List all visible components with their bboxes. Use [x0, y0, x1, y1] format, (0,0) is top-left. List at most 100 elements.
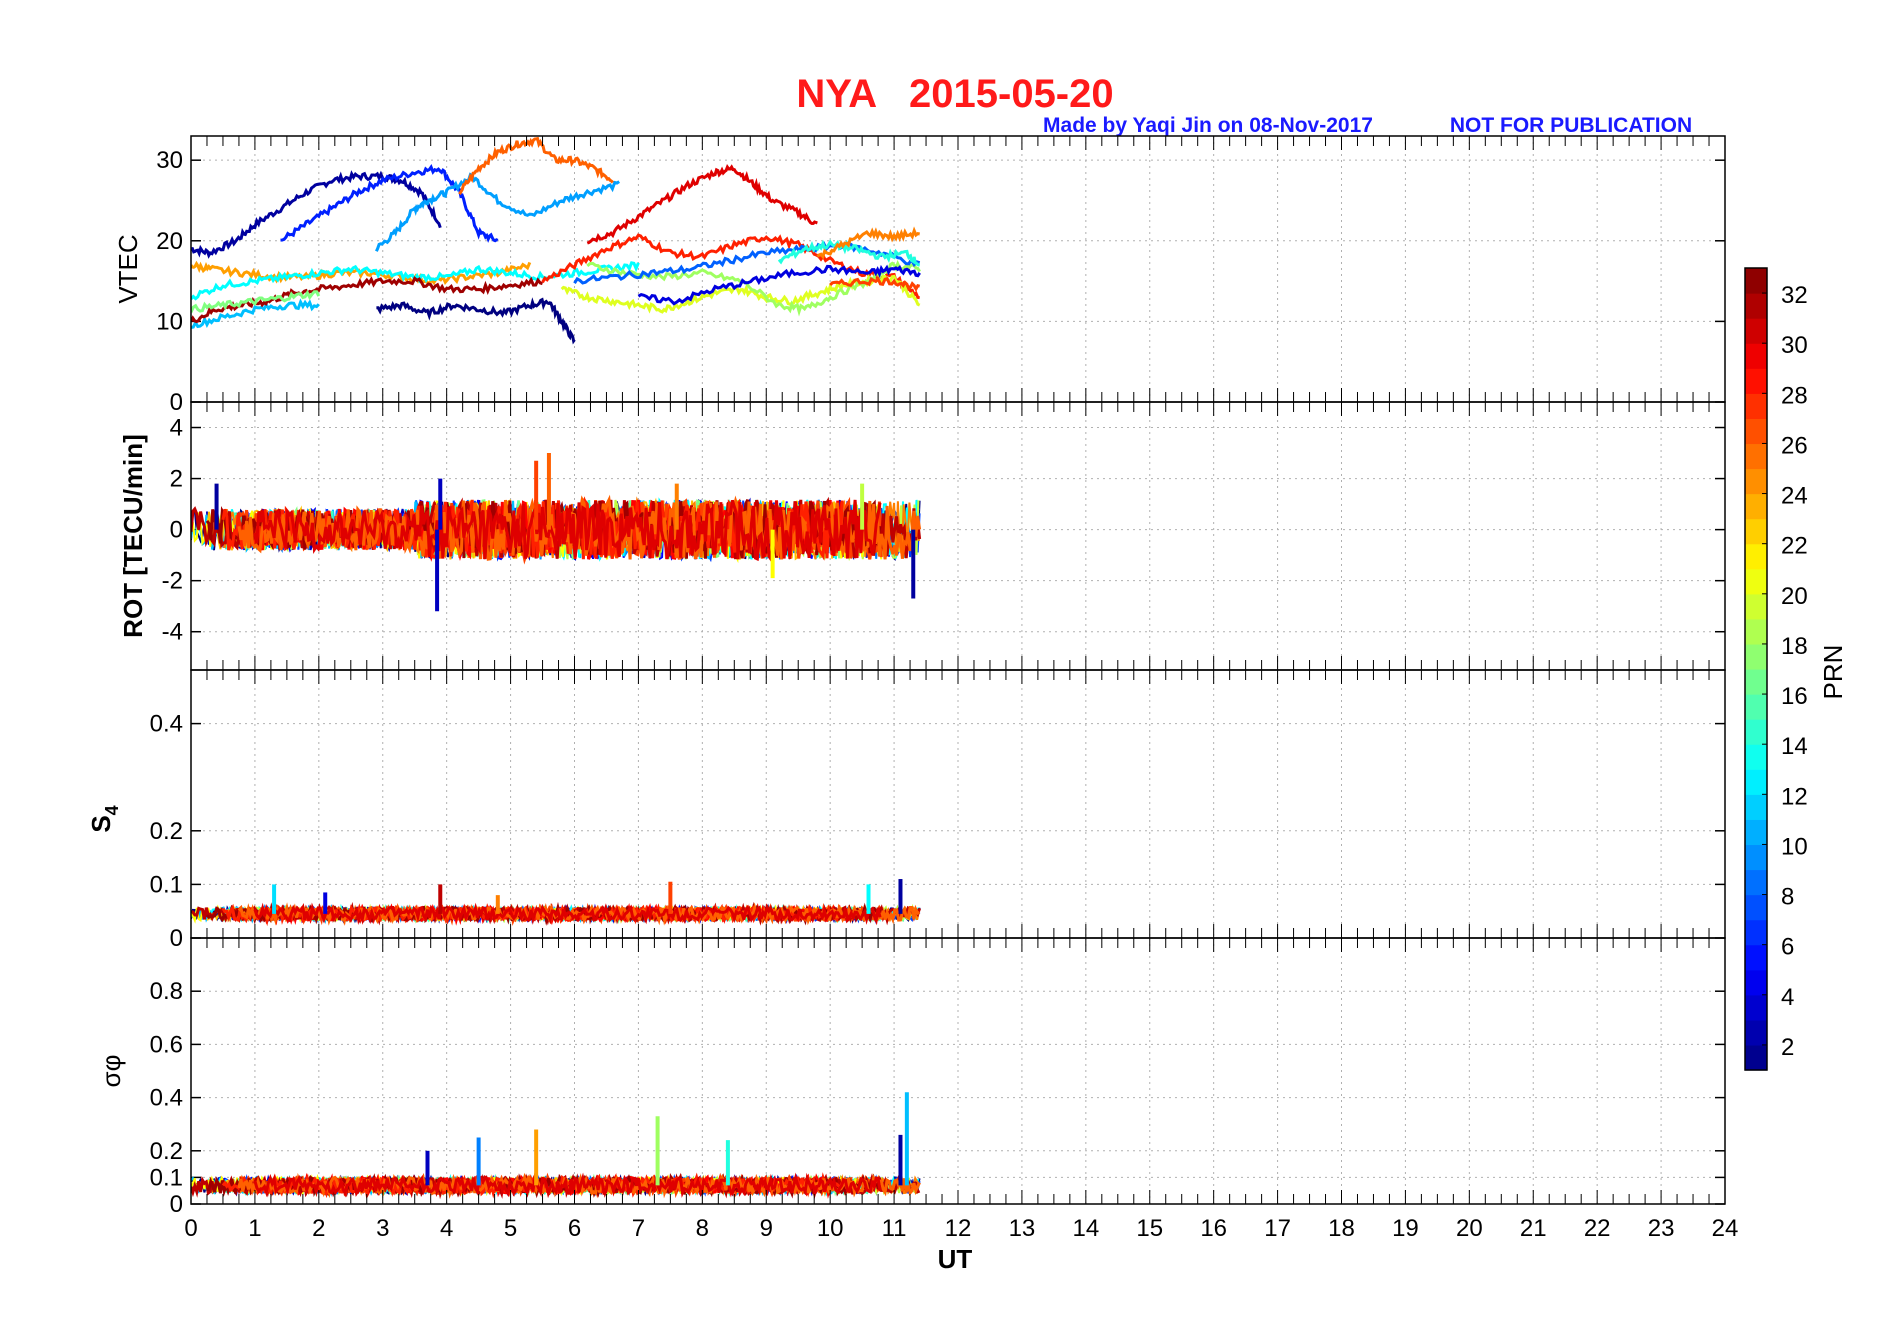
colorbar-segment: [1745, 268, 1767, 294]
colorbar: 2468101214161820222426283032: [1744, 267, 1808, 1071]
x-axis: 0 1 2 3 4 5 6 7 8 9 10 11 12 13 14 15 16 17 18 19 20 21 22 23 24: [184, 1215, 1738, 1242]
y-tick-label: 0: [170, 925, 183, 952]
colorbar-segment: [1745, 468, 1767, 495]
colorbar-segment: [1745, 618, 1767, 645]
y-tick-label: 0.8: [150, 978, 183, 1005]
colorbar-segment: [1745, 994, 1767, 1021]
x-tick-label: 3: [376, 1215, 389, 1242]
series-group: [191, 453, 922, 612]
colorbar-segment: [1745, 1044, 1767, 1071]
colorbar-segment: [1745, 969, 1767, 996]
x-tick-label: 1: [248, 1215, 261, 1242]
figure-title: NYA 2015-05-20: [796, 72, 1113, 116]
y-axis-label: ROT [TECU/min]: [118, 434, 148, 638]
y-axis-label: S4: [86, 805, 122, 832]
y-tick-label: 0.2: [150, 818, 183, 845]
x-tick-label: 7: [632, 1215, 645, 1242]
x-tick-label: 10: [817, 1215, 844, 1242]
colorbar-tick-label: 22: [1781, 533, 1808, 560]
y-tick-label: 0.1: [150, 871, 183, 898]
colorbar-segment: [1745, 794, 1767, 820]
x-tick-label: 16: [1200, 1215, 1227, 1242]
panel-3: 0 0.1 0.2 0.4 S4: [86, 669, 1726, 952]
colorbar-segment: [1745, 418, 1767, 445]
panel-2: -4 -2 0 2 4 ROT [TECU/min]: [118, 401, 1726, 671]
colorbar-tick-label: 12: [1781, 783, 1808, 810]
colorbar-tick-label: 20: [1781, 583, 1808, 610]
panel-1: 0 10 20 30 VTEC: [113, 135, 1726, 416]
colorbar-segment: [1745, 719, 1767, 745]
x-tick-label: 11: [882, 1215, 907, 1242]
series-line-prn-1: [376, 297, 576, 345]
x-tick-label: 2: [312, 1215, 325, 1242]
y-tick-label: 0.1: [150, 1164, 183, 1191]
colorbar-segment: [1745, 568, 1767, 595]
y-tick-label: 0.4: [150, 711, 183, 738]
colorbar-tick-label: 16: [1781, 683, 1808, 710]
colorbar-segment: [1745, 694, 1767, 720]
x-axis-label: UT: [938, 1244, 973, 1274]
y-tick-label: 4: [170, 415, 183, 442]
y-tick-label: 0.2: [150, 1138, 183, 1165]
colorbar-segment: [1745, 593, 1767, 620]
colorbar-segment: [1745, 944, 1767, 971]
figure: NYA 2015-05-20 Made by Yaqi Jin on 08-No…: [86, 72, 1848, 1274]
colorbar-segment: [1745, 368, 1767, 394]
y-tick-label: 0: [170, 517, 183, 544]
colorbar-tick-label: 6: [1781, 934, 1794, 961]
panel-4: 00.10.2 0.4 0.6 0.8 σφ: [96, 937, 1726, 1218]
colorbar-tick-label: 30: [1781, 332, 1808, 359]
series-group: [191, 136, 921, 345]
colorbar-segment: [1745, 744, 1767, 770]
colorbar-segment: [1745, 919, 1767, 946]
colorbar-tick-label: 28: [1781, 382, 1808, 409]
colorbar-segment: [1745, 643, 1767, 670]
y-tick-label: 0: [170, 1191, 183, 1218]
colorbar-segment: [1745, 769, 1767, 795]
y-tick-label: 10: [156, 308, 183, 335]
colorbar-segment: [1745, 869, 1767, 896]
credit-text: Made by Yaqi Jin on 08-Nov-2017: [1043, 114, 1373, 137]
y-tick-label: 0: [170, 389, 183, 416]
series-line-prn-6: [280, 163, 499, 243]
y-tick-label: -2: [162, 568, 183, 595]
colorbar-segment: [1745, 443, 1767, 470]
series-group: [191, 879, 922, 927]
x-tick-label: 24: [1712, 1215, 1739, 1242]
x-tick-label: 17: [1264, 1215, 1291, 1242]
y-tick-label: 0.6: [150, 1031, 183, 1058]
x-tick-label: 8: [696, 1215, 709, 1242]
y-tick-label: 2: [170, 466, 183, 493]
colorbar-tick-label: 32: [1781, 282, 1808, 309]
colorbar-segment: [1745, 543, 1767, 570]
colorbar-segment: [1745, 518, 1767, 545]
x-tick-label: 22: [1584, 1215, 1611, 1242]
colorbar-tick-label: 18: [1781, 633, 1808, 660]
colorbar-segment: [1745, 493, 1767, 520]
x-tick-label: 18: [1328, 1215, 1355, 1242]
colorbar-segment: [1745, 894, 1767, 921]
y-axis-label: σφ: [96, 1055, 126, 1088]
colorbar-segment: [1745, 393, 1767, 419]
colorbar-tick-label: 2: [1781, 1034, 1794, 1061]
x-tick-label: 5: [504, 1215, 517, 1242]
series-line-prn-4: [637, 264, 921, 306]
x-tick-label: 14: [1072, 1215, 1099, 1242]
colorbar-tick-label: 14: [1781, 733, 1808, 760]
x-tick-label: 12: [945, 1215, 972, 1242]
colorbar-tick-label: 10: [1781, 833, 1808, 860]
colorbar-segment: [1745, 343, 1767, 369]
x-tick-label: 23: [1648, 1215, 1675, 1242]
x-tick-label: 15: [1136, 1215, 1163, 1242]
x-tick-label: 9: [760, 1215, 773, 1242]
colorbar-tick-label: 8: [1781, 884, 1794, 911]
colorbar-label: PRN: [1818, 645, 1848, 700]
x-tick-label: 21: [1520, 1215, 1547, 1242]
y-tick-label: 0.4: [150, 1085, 183, 1112]
panels: 0102030VTEC-4-2024ROT [TECU/min]00.10.20…: [86, 135, 1726, 1218]
y-tick-label: 20: [156, 228, 183, 255]
x-tick-label: 6: [568, 1215, 581, 1242]
notice-text: NOT FOR PUBLICATION: [1450, 114, 1692, 137]
colorbar-segment: [1745, 669, 1767, 695]
x-tick-label: 13: [1009, 1215, 1036, 1242]
